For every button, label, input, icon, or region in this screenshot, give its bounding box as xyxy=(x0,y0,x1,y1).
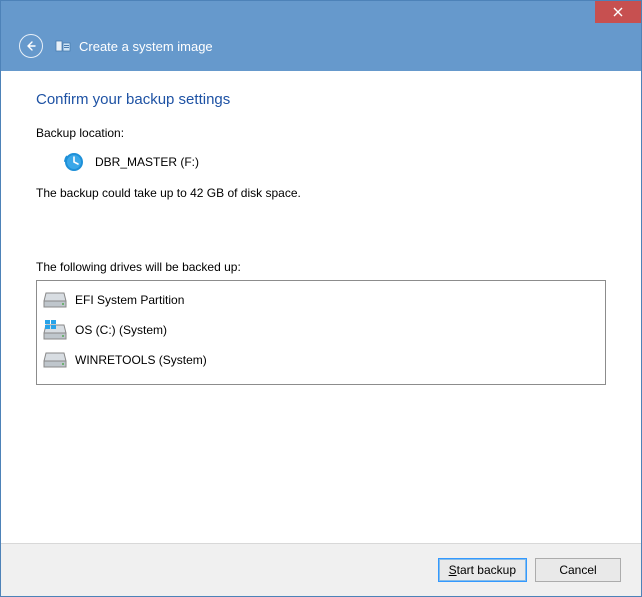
drives-label: The following drives will be backed up: xyxy=(36,260,606,274)
back-arrow-icon xyxy=(25,40,37,52)
back-button[interactable] xyxy=(19,34,43,58)
drives-list: EFI System Partition OS (C:) (System) xyxy=(36,280,606,385)
drive-name: WINRETOOLS (System) xyxy=(75,353,207,367)
close-icon xyxy=(613,7,623,17)
cancel-button[interactable]: Cancel xyxy=(535,558,621,582)
drive-row: EFI System Partition xyxy=(43,285,599,315)
program-icon xyxy=(55,38,71,54)
footer: Start backup Cancel xyxy=(1,543,641,596)
start-label-rest: tart backup xyxy=(457,563,516,577)
page-heading: Confirm your backup settings xyxy=(36,91,606,108)
drive-row: OS (C:) (System) xyxy=(43,315,599,345)
content-area: Confirm your backup settings Backup loca… xyxy=(1,71,641,543)
windows-drive-icon xyxy=(43,319,67,341)
backup-location-value: DBR_MASTER (F:) xyxy=(95,155,199,169)
drive-icon xyxy=(43,289,67,311)
wizard-header: Create a system image xyxy=(1,31,641,71)
window-title: Create a system image xyxy=(79,39,213,54)
size-note: The backup could take up to 42 GB of dis… xyxy=(36,186,606,200)
drive-name: EFI System Partition xyxy=(75,293,184,307)
drive-name: OS (C:) (System) xyxy=(75,323,167,337)
backup-history-icon xyxy=(61,150,85,174)
close-button[interactable] xyxy=(595,1,641,23)
backup-location-row: DBR_MASTER (F:) xyxy=(61,150,606,174)
start-backup-button[interactable]: Start backup xyxy=(438,558,527,582)
titlebar xyxy=(1,1,641,31)
drive-row: WINRETOOLS (System) xyxy=(43,345,599,375)
drive-icon xyxy=(43,349,67,371)
backup-location-label: Backup location: xyxy=(36,126,606,140)
